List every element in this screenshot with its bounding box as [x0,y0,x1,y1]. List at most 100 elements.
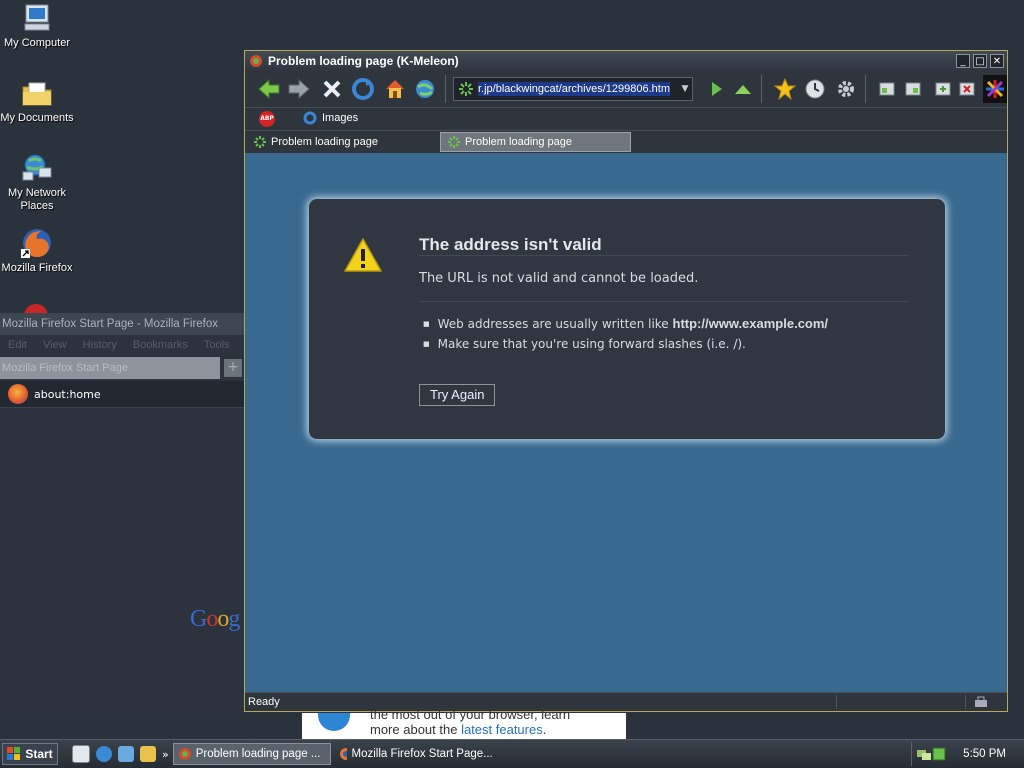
computer-icon [21,2,53,34]
window-layout-icon-1[interactable] [875,77,899,101]
navigation-toolbar: r.jp/blackwingcat/archives/1299806.html … [245,71,1007,108]
close-button[interactable]: ✕ [990,54,1004,68]
reload-icon[interactable] [351,77,375,101]
error-description: The URL is not valid and cannot be loade… [419,271,699,286]
history-clock-icon[interactable] [803,77,827,101]
loading-spinner-icon [459,82,473,96]
desktop-icon-label: My Network Places [7,187,67,212]
firefox-icon [8,384,28,404]
menu-tools[interactable]: Tools [204,335,230,355]
kmeleon-throbber-icon [983,75,1007,103]
home-icon[interactable] [383,77,407,101]
security-icon [975,696,987,707]
status-panel [837,695,966,709]
firefox-icon [339,748,348,760]
clock: 5:50 PM [963,748,1006,760]
new-tab-button[interactable]: + [224,359,242,377]
bookmark-star-icon[interactable] [773,77,797,101]
new-window-icon[interactable] [931,77,955,101]
loading-spinner-icon [448,136,460,148]
task-label: Problem loading page ... [195,748,321,760]
window-title: Problem loading page (K-Meleon) [268,54,459,68]
go-icon[interactable] [705,77,729,101]
kmeleon-window[interactable]: Problem loading page (K-Meleon) _ □ ✕ r. [244,50,1008,712]
error-suggestions: Web addresses are usually written like h… [423,316,828,357]
tab-label: Problem loading page [271,136,379,148]
back-arrow-icon[interactable] [257,77,281,101]
warning-icon [344,238,382,272]
desktop-icon-my-network-places[interactable]: My Network Places [0,152,74,213]
menu-history[interactable]: History [83,335,117,355]
suggestion-item: Make sure that you're using forward slas… [423,337,828,351]
stop-icon[interactable] [320,77,344,101]
error-title: The address isn't valid [419,235,602,254]
quick-launch-more-icon[interactable]: » [162,748,169,761]
menu-view[interactable]: View [43,335,67,355]
explorer-icon[interactable] [140,746,156,762]
tab-problem-loading-1[interactable]: Problem loading page [247,132,437,152]
extensions-toolbar: ABP Images [245,108,1007,131]
menu-bookmarks[interactable]: Bookmarks [133,335,188,355]
firefox-url-bar[interactable]: about:home [0,381,244,408]
suggestion-text: Make sure that you're using forward slas… [437,337,746,351]
tab-bar: Problem loading page Problem loading pag… [245,131,1007,154]
firefox-background-window[interactable]: Mozilla Firefox Start Page - Mozilla Fir… [0,313,244,713]
google-logo: Goog [190,606,240,632]
window-layout-icon-2[interactable] [901,77,925,101]
outlook-express-icon[interactable] [118,746,134,762]
start-button[interactable]: Start [2,743,58,765]
desktop-icon-label: Mozilla Firefox [1,262,73,274]
url-dropdown-icon[interactable]: ▼ [678,84,692,94]
firefox-promo-snippet: the most out of your browser, learn more… [302,708,626,740]
tab-label: Problem loading page [465,136,573,148]
close-window-icon[interactable] [955,77,979,101]
promo-line-1: the most out of your browser, learn [370,707,571,722]
show-desktop-icon[interactable] [72,745,90,763]
task-problem-loading-page[interactable]: Problem loading page ... [172,743,331,765]
desktop-icon-mozilla-firefox[interactable]: Mozilla Firefox [0,227,74,275]
desktop-icon-my-computer[interactable]: My Computer [0,2,74,50]
page-content: The address isn't valid The URL is not v… [245,153,1007,692]
promo-line-2: more about the latest features. [370,722,547,737]
internet-explorer-icon[interactable] [96,746,112,762]
security-tray-icon[interactable] [932,747,946,761]
try-again-button[interactable]: Try Again [419,384,496,406]
task-firefox-start-page[interactable]: Mozilla Firefox Start Page... [335,743,493,765]
menu-edit[interactable]: Edit [8,335,27,355]
suggestion-item: Web addresses are usually written like h… [423,316,828,331]
firefox-tab[interactable]: Mozilla Firefox Start Page [0,357,220,379]
firefox-title: Mozilla Firefox Start Page - Mozilla Fir… [0,313,244,335]
network-tray-icon[interactable] [916,747,932,761]
task-label: Mozilla Firefox Start Page... [351,748,493,760]
kmeleon-icon [250,55,262,67]
images-toggle[interactable]: Images [303,111,358,125]
shield-icon [318,713,350,731]
example-url: http://www.example.com/ [672,316,829,331]
network-icon [21,152,53,184]
desktop-icon-my-documents[interactable]: My Documents [0,77,74,125]
url-field[interactable]: r.jp/blackwingcat/archives/1299806.html … [453,77,693,101]
kmeleon-icon [178,748,191,760]
loading-spinner-icon [254,136,266,148]
url-text: r.jp/blackwingcat/archives/1299806.html [478,82,670,96]
maximize-button[interactable]: □ [973,54,987,68]
images-reload-icon [303,111,317,125]
adblock-icon[interactable]: ABP [259,111,275,127]
suggestion-text: Web addresses are usually written like [437,317,673,331]
windows-logo-icon [7,747,21,760]
settings-gear-icon[interactable] [834,77,858,101]
firefox-menubar: Edit View History Bookmarks Tools [0,335,244,355]
up-icon[interactable] [731,77,755,101]
tab-problem-loading-2-active[interactable]: Problem loading page [440,132,631,152]
latest-features-link[interactable]: latest features [461,722,543,737]
globe-icon[interactable] [413,77,437,101]
folder-icon [21,77,53,109]
firefox-url-text: about:home [34,387,101,401]
forward-arrow-icon[interactable] [287,77,311,101]
minimize-button[interactable]: _ [956,54,970,68]
images-label: Images [322,112,359,124]
system-tray: 5:50 PM [911,742,1024,766]
desktop-icon-label: My Computer [3,37,71,49]
start-label: Start [25,747,53,761]
status-bar: Ready [245,692,1007,711]
